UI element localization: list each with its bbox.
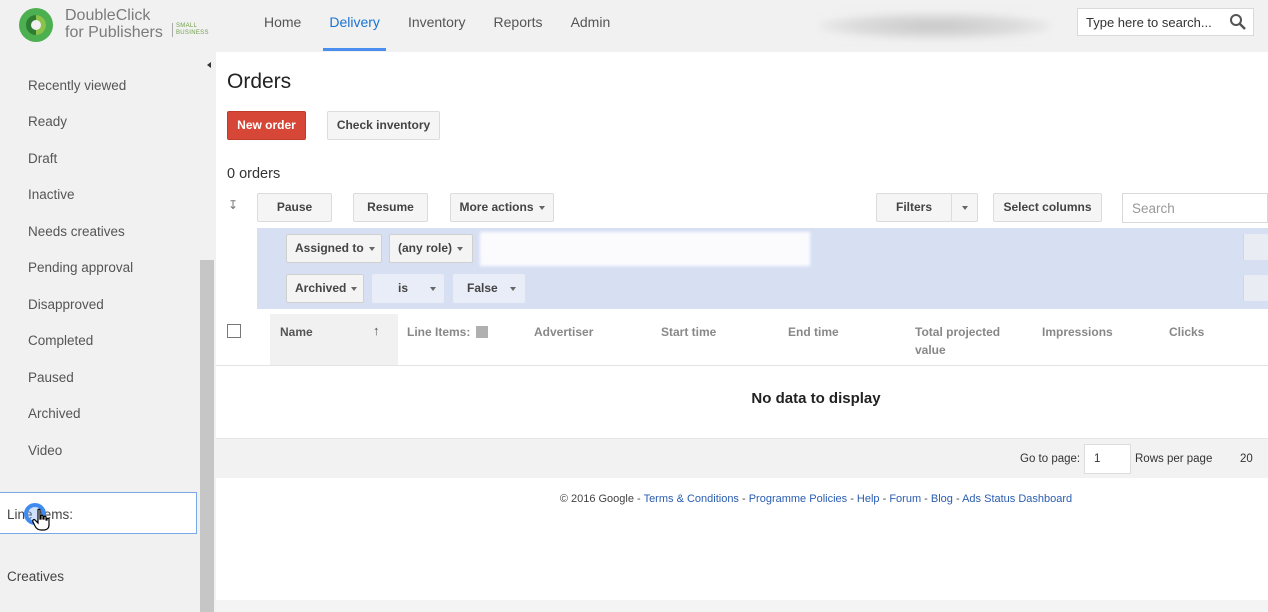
col-clicks[interactable]: Clicks: [1169, 323, 1204, 341]
table-search-input[interactable]: Search: [1122, 193, 1268, 223]
footer-link-policies[interactable]: Programme Policies: [749, 493, 847, 505]
filter-field-assigned-to[interactable]: Assigned to: [286, 234, 382, 263]
sidebar-item-recently-viewed[interactable]: Recently viewed: [28, 78, 126, 93]
main-content: Orders New order Check inventory 0 order…: [216, 52, 1268, 612]
col-line-items[interactable]: Line Items:: [407, 323, 489, 341]
orders-count: 0 orders: [227, 166, 281, 182]
new-order-button[interactable]: New order: [227, 111, 306, 140]
more-actions-label: More actions: [459, 200, 534, 214]
sidebar-item-disapproved[interactable]: Disapproved: [28, 297, 104, 312]
footer-link-blog[interactable]: Blog: [931, 493, 953, 505]
filter-row-action[interactable]: [1243, 234, 1268, 260]
top-bar: DoubleClick for Publishers SMALL BUSINES…: [0, 0, 1268, 52]
table-header: Name ↑ Line Items: Advertiser Start time…: [216, 314, 1268, 366]
footer-link-ads-status[interactable]: Ads Status Dashboard: [962, 493, 1072, 505]
hand-cursor-icon: [32, 508, 50, 531]
page-number-input[interactable]: 1: [1084, 444, 1131, 474]
col-total-projected-value[interactable]: Total projected value: [915, 323, 1015, 359]
page-title: Orders: [227, 70, 292, 93]
filter-value-select[interactable]: False: [453, 274, 525, 303]
footer-link-forum[interactable]: Forum: [889, 493, 921, 505]
check-inventory-button[interactable]: Check inventory: [327, 111, 440, 140]
col-name[interactable]: Name: [280, 323, 313, 341]
footer-link-help[interactable]: Help: [857, 493, 880, 505]
chevron-down-icon: [538, 205, 545, 210]
page-bottom-edge: [216, 600, 1268, 612]
pagination-bar: Go to page: 1 Rows per page 20: [216, 438, 1268, 478]
filter-value-label: False: [467, 281, 498, 295]
chevron-down-icon: [368, 246, 375, 251]
sidebar-item-pending-approval[interactable]: Pending approval: [28, 260, 133, 275]
filter-field-archived-label: Archived: [295, 281, 347, 295]
brand-edition: SMALL BUSINESS: [172, 23, 209, 37]
chevron-down-icon: [961, 205, 968, 210]
sidebar-item-archived[interactable]: Archived: [28, 406, 81, 421]
sidebar-item-video[interactable]: Video: [28, 443, 62, 458]
chevron-down-icon: [457, 246, 464, 251]
tab-inventory[interactable]: Inventory: [394, 0, 480, 52]
chevron-down-icon: [430, 286, 437, 291]
col-end-time[interactable]: End time: [788, 323, 839, 341]
brand-edition-line2: BUSINESS: [176, 30, 209, 36]
select-all-checkbox[interactable]: [227, 324, 241, 338]
filter-panel: Assigned to (any role) Archived is False: [257, 228, 1268, 309]
table-search-placeholder: Search: [1132, 201, 1175, 216]
resume-button[interactable]: Resume: [353, 193, 428, 222]
go-to-page-label: Go to page:: [1020, 453, 1081, 465]
tab-delivery[interactable]: Delivery: [315, 0, 394, 52]
col-impressions[interactable]: Impressions: [1042, 323, 1113, 341]
sidebar-item-ready[interactable]: Ready: [28, 114, 67, 129]
filters-button[interactable]: Filters: [876, 193, 952, 222]
brand-line1: DoubleClick: [65, 7, 151, 24]
filter-value-blurred[interactable]: [480, 232, 810, 266]
tab-reports[interactable]: Reports: [480, 0, 557, 52]
rows-per-page-label: Rows per page: [1135, 453, 1213, 465]
sidebar-item-inactive[interactable]: Inactive: [28, 187, 75, 202]
sidebar-item-draft[interactable]: Draft: [28, 151, 57, 166]
footer-copyright: © 2016 Google -: [559, 493, 644, 505]
filter-operator-select[interactable]: is: [372, 274, 444, 303]
info-icon[interactable]: [476, 325, 489, 338]
col-line-items-label: Line Items:: [407, 325, 471, 339]
sidebar-item-needs-creatives[interactable]: Needs creatives: [28, 224, 125, 239]
rows-per-page-select[interactable]: 20: [1240, 453, 1253, 465]
pause-button[interactable]: Pause: [257, 193, 332, 222]
brand-line2: for Publishers: [65, 24, 163, 41]
main-nav: Home Delivery Inventory Reports Admin: [250, 0, 624, 52]
filter-row-action[interactable]: [1243, 275, 1268, 301]
divider: [216, 365, 1268, 366]
col-start-time[interactable]: Start time: [661, 323, 716, 341]
tab-home[interactable]: Home: [250, 0, 315, 52]
sidebar-scrollbar[interactable]: [200, 260, 214, 612]
chevron-down-icon: [351, 286, 358, 291]
select-columns-button[interactable]: Select columns: [993, 193, 1102, 222]
filters-dropdown[interactable]: [951, 193, 978, 222]
empty-state-message: No data to display: [751, 390, 881, 407]
col-advertiser[interactable]: Advertiser: [534, 323, 593, 341]
tab-admin[interactable]: Admin: [557, 0, 625, 52]
expand-toggle-icon[interactable]: ↧: [228, 198, 238, 212]
collapse-sidebar-icon[interactable]: [207, 62, 211, 68]
footer: © 2016 Google - Terms & Conditions - Pro…: [559, 493, 1073, 505]
filter-role-select[interactable]: (any role): [389, 234, 473, 263]
search-icon[interactable]: [1229, 13, 1247, 31]
account-info-blurred[interactable]: [820, 12, 1050, 40]
filter-operator-label: is: [398, 281, 409, 295]
sort-ascending-icon[interactable]: ↑: [373, 323, 380, 338]
sidebar-item-completed[interactable]: Completed: [28, 333, 93, 348]
sidebar-section-creatives[interactable]: Creatives: [7, 569, 64, 584]
sidebar-item-paused[interactable]: Paused: [28, 370, 74, 385]
doubleclick-logo-icon[interactable]: [14, 6, 58, 44]
global-search-input[interactable]: Type here to search...: [1077, 8, 1254, 36]
more-actions-button[interactable]: More actions: [450, 193, 554, 222]
filter-field-archived[interactable]: Archived: [286, 274, 364, 303]
global-search-placeholder: Type here to search...: [1086, 15, 1212, 30]
chevron-down-icon: [509, 286, 516, 291]
brand-name: DoubleClick for Publishers: [65, 7, 163, 41]
filter-field-assigned-to-label: Assigned to: [295, 241, 364, 255]
filter-role-label: (any role): [398, 241, 453, 255]
brand-edition-line1: SMALL: [176, 23, 198, 29]
footer-link-terms[interactable]: Terms & Conditions: [644, 493, 739, 505]
